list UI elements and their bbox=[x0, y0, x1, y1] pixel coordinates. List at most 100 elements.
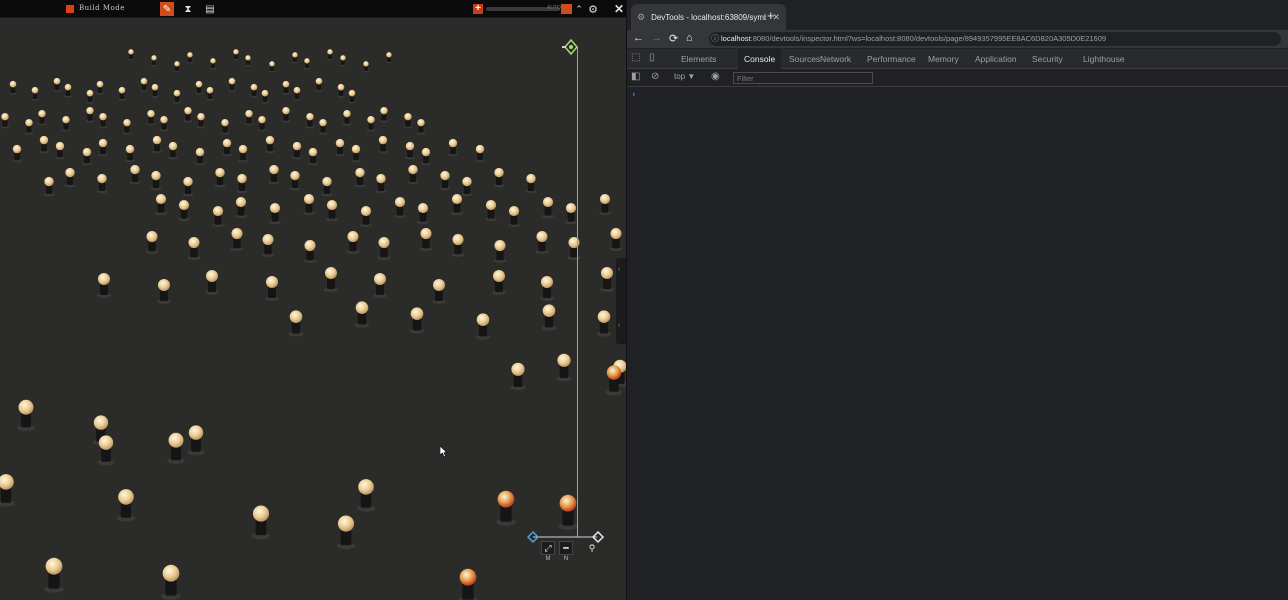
unit-figure[interactable] bbox=[168, 141, 178, 160]
unit-figure[interactable] bbox=[336, 515, 356, 550]
unit-figure[interactable] bbox=[167, 432, 185, 466]
back-button[interactable]: ← bbox=[633, 32, 644, 44]
unit-figure[interactable] bbox=[261, 234, 275, 258]
unit-figure[interactable] bbox=[174, 61, 181, 73]
unit-figure[interactable] bbox=[98, 112, 108, 129]
unit-figure[interactable] bbox=[337, 83, 345, 98]
unit-figure[interactable] bbox=[63, 83, 72, 98]
unit-figure[interactable] bbox=[232, 49, 240, 61]
move-tool-button[interactable]: ⤢ bbox=[541, 541, 555, 555]
new-tab-button[interactable]: + bbox=[767, 8, 775, 23]
unit-figure[interactable] bbox=[235, 196, 247, 219]
tab-lighthouse[interactable]: Lighthouse bbox=[1077, 49, 1131, 69]
unit-figure[interactable] bbox=[205, 86, 214, 101]
unit-figure[interactable] bbox=[230, 228, 244, 252]
unit-figure[interactable] bbox=[508, 205, 520, 228]
unit-figure[interactable] bbox=[485, 199, 497, 222]
unit-figure[interactable] bbox=[17, 399, 35, 433]
unit-figure[interactable] bbox=[362, 61, 369, 73]
unit-figure[interactable] bbox=[85, 106, 95, 123]
unit-figure[interactable] bbox=[0, 474, 16, 508]
eye-icon[interactable]: ◉ bbox=[711, 71, 724, 84]
tab-elements[interactable]: Elements bbox=[675, 49, 722, 69]
unit-figure[interactable] bbox=[354, 301, 370, 328]
unit-figure[interactable] bbox=[416, 118, 426, 135]
unit-figure[interactable] bbox=[439, 170, 451, 191]
unit-figure[interactable] bbox=[542, 196, 554, 219]
unit-figure[interactable] bbox=[407, 164, 419, 185]
unit-figure[interactable] bbox=[600, 267, 614, 293]
unit-figure[interactable] bbox=[315, 77, 324, 92]
unit-figure[interactable] bbox=[555, 353, 572, 383]
unit-figure[interactable] bbox=[293, 86, 302, 101]
console-prompt[interactable]: › bbox=[631, 90, 636, 100]
unit-figure[interactable] bbox=[61, 115, 71, 132]
unit-figure[interactable] bbox=[448, 138, 458, 157]
unit-figure[interactable] bbox=[303, 193, 315, 216]
unit-figure[interactable] bbox=[159, 115, 169, 132]
unit-figure[interactable] bbox=[222, 138, 232, 157]
unit-figure[interactable] bbox=[127, 49, 135, 61]
level-tool-button[interactable]: ━ bbox=[559, 541, 573, 555]
unit-figure[interactable] bbox=[173, 89, 181, 104]
unit-figure[interactable] bbox=[122, 118, 132, 135]
unit-figure[interactable] bbox=[292, 141, 302, 160]
unit-figure[interactable] bbox=[366, 115, 376, 132]
unit-figure[interactable] bbox=[491, 270, 506, 296]
unit-figure[interactable] bbox=[44, 557, 64, 594]
unit-figure[interactable] bbox=[245, 55, 252, 67]
unit-figure[interactable] bbox=[496, 490, 516, 527]
unit-figure[interactable] bbox=[31, 86, 39, 101]
home-button[interactable]: ⌂ bbox=[686, 32, 693, 44]
unit-figure[interactable] bbox=[475, 313, 491, 340]
unit-figure[interactable] bbox=[183, 106, 193, 123]
unit-figure[interactable] bbox=[152, 135, 162, 154]
unit-figure[interactable] bbox=[244, 109, 254, 126]
unit-figure[interactable] bbox=[308, 147, 318, 166]
unit-figure[interactable] bbox=[326, 199, 338, 222]
unit-figure[interactable] bbox=[379, 106, 389, 123]
unit-figure[interactable] bbox=[288, 310, 304, 337]
unit-figure[interactable] bbox=[209, 58, 217, 70]
unit-figure[interactable] bbox=[565, 202, 577, 225]
unit-figure[interactable] bbox=[282, 80, 291, 95]
reload-button[interactable]: ⟳ bbox=[669, 32, 678, 45]
unit-figure[interactable] bbox=[375, 173, 387, 194]
unit-figure[interactable] bbox=[249, 83, 258, 98]
unit-figure[interactable] bbox=[291, 52, 298, 64]
unit-figure[interactable] bbox=[55, 141, 65, 160]
unit-figure[interactable] bbox=[493, 167, 505, 188]
unit-figure[interactable] bbox=[214, 167, 226, 188]
unit-figure[interactable] bbox=[43, 176, 55, 197]
unit-figure[interactable] bbox=[268, 61, 275, 73]
unit-figure[interactable] bbox=[125, 144, 135, 163]
url-input[interactable]: ⓘ localhost:8080/devtools/inspector.html… bbox=[709, 32, 1281, 46]
film-button[interactable]: ▤ bbox=[203, 2, 217, 16]
unit-figure[interactable] bbox=[342, 109, 352, 126]
unit-figure[interactable] bbox=[599, 193, 611, 216]
gizmo-top-handle[interactable] bbox=[562, 38, 580, 56]
unit-figure[interactable] bbox=[605, 365, 623, 396]
unit-figure[interactable] bbox=[378, 135, 388, 154]
unit-figure[interactable] bbox=[12, 144, 22, 163]
scene-ground[interactable] bbox=[0, 18, 626, 600]
unit-figure[interactable] bbox=[227, 77, 236, 92]
unit-figure[interactable] bbox=[182, 176, 194, 197]
unit-figure[interactable] bbox=[260, 89, 269, 104]
unit-figure[interactable] bbox=[151, 55, 158, 67]
collapse-button[interactable]: ⌃ bbox=[572, 2, 586, 16]
unit-figure[interactable] bbox=[187, 425, 205, 456]
tab-memory[interactable]: Memory bbox=[922, 49, 965, 69]
unit-figure[interactable] bbox=[321, 176, 333, 197]
unit-figure[interactable] bbox=[116, 489, 136, 523]
unit-figure[interactable] bbox=[146, 109, 156, 126]
unit-figure[interactable] bbox=[161, 564, 181, 600]
unit-figure[interactable] bbox=[327, 49, 334, 61]
unit-figure[interactable] bbox=[97, 273, 111, 299]
unit-figure[interactable] bbox=[150, 170, 162, 191]
unit-figure[interactable] bbox=[205, 270, 220, 296]
unit-figure[interactable] bbox=[187, 237, 201, 261]
unit-figure[interactable] bbox=[346, 231, 360, 255]
tab-performance[interactable]: Performance bbox=[861, 49, 922, 69]
unit-figure[interactable] bbox=[348, 89, 356, 104]
